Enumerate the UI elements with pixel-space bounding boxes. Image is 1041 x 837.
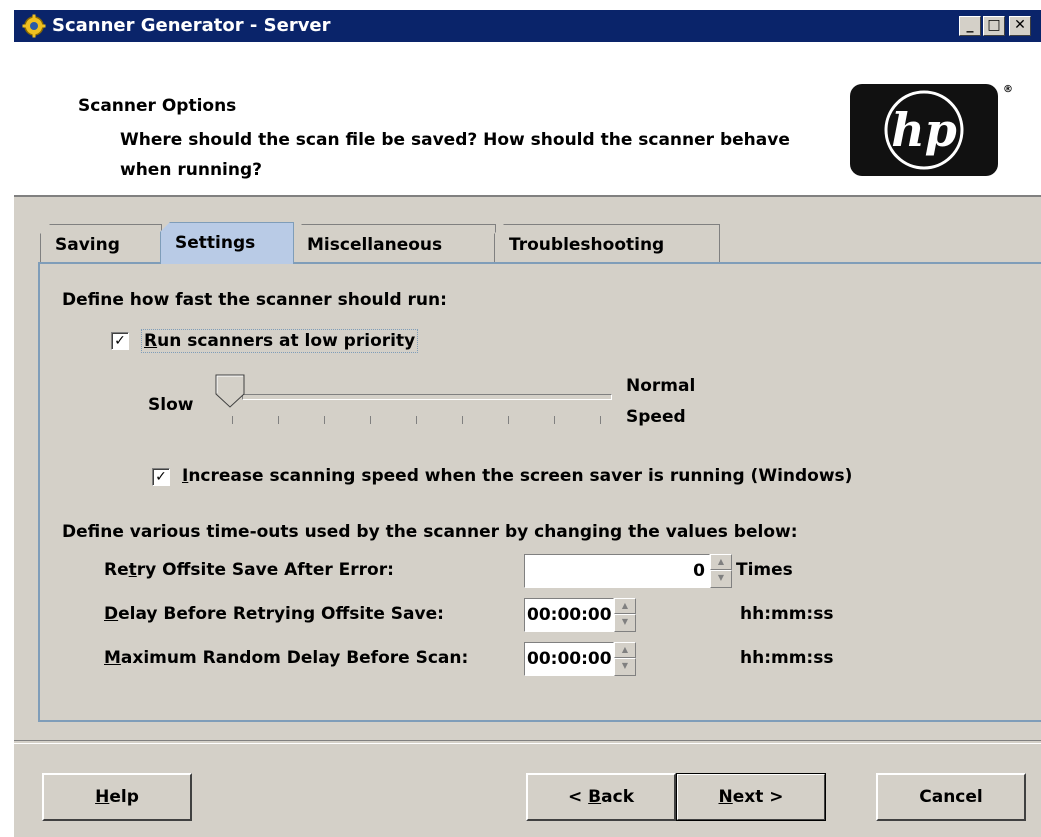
retry-spinner: ▲ ▼ (710, 554, 732, 588)
retry-label-post: ry Offsite Save After Error: (136, 560, 394, 580)
delay-retry-label-text: elay Before Retrying Offsite Save: (118, 604, 444, 624)
slider-tick (278, 416, 279, 424)
help-label: elp (109, 787, 139, 807)
arrow-up-icon: ▲ (621, 601, 629, 610)
tab-troubleshooting[interactable]: Troubleshooting (494, 224, 720, 264)
tab-miscellaneous[interactable]: Miscellaneous (292, 224, 496, 264)
slider-tick (600, 416, 601, 424)
max-random-spin-up-button[interactable]: ▲ (614, 642, 636, 658)
checkmark-icon: ✓ (155, 469, 167, 485)
max-random-label-text: aximum Random Delay Before Scan: (120, 648, 469, 668)
back-prefix: < (568, 787, 589, 807)
minimize-button[interactable]: _ (959, 16, 981, 36)
tab-troubleshooting-label: Troubleshooting (509, 235, 665, 255)
slider-tick (554, 416, 555, 424)
button-bar-divider (14, 740, 1041, 744)
maximize-button[interactable]: □ (983, 16, 1005, 36)
max-random-input[interactable]: 00:00:00 (524, 642, 614, 676)
page-subtitle: Where should the scan file be saved? How… (120, 130, 790, 180)
max-random-spinner: ▲ ▼ (614, 642, 636, 676)
low-priority-mnemonic: R (144, 331, 158, 351)
hp-registered-mark: ® (1003, 84, 1013, 95)
delay-retry-unit: hh:mm:ss (740, 604, 834, 624)
checkmark-icon: ✓ (114, 333, 126, 349)
tab-saving[interactable]: Saving (40, 224, 162, 264)
hp-logo-icon: hp (884, 90, 964, 170)
slider-tick (324, 416, 325, 424)
retry-spin-up-button[interactable]: ▲ (710, 554, 732, 570)
retry-spin-down-button[interactable]: ▼ (710, 570, 732, 588)
delay-retry-spin-down-button[interactable]: ▼ (614, 614, 636, 632)
delay-retry-mnemonic: D (104, 604, 119, 624)
speed-slider-track[interactable] (242, 394, 612, 400)
close-button[interactable]: ✕ (1009, 16, 1031, 36)
tab-settings-label: Settings (175, 233, 256, 253)
back-mnemonic: B (588, 787, 602, 807)
low-priority-checkbox[interactable]: ✓ (111, 332, 129, 350)
next-label: ext > (732, 787, 784, 807)
arrow-up-icon: ▲ (717, 557, 725, 566)
title-bar: Scanner Generator - Server _ □ ✕ (14, 10, 1041, 42)
retry-unit: Times (736, 560, 793, 580)
tab-miscellaneous-label: Miscellaneous (307, 235, 443, 255)
arrow-down-icon: ▼ (621, 617, 629, 626)
arrow-down-icon: ▼ (717, 573, 725, 582)
slider-tick (370, 416, 371, 424)
close-icon: ✕ (1014, 17, 1026, 33)
max-random-label: Maximum Random Delay Before Scan: (104, 648, 468, 668)
max-random-mnemonic: M (104, 648, 121, 668)
slider-tick (508, 416, 509, 424)
screensaver-checkbox[interactable]: ✓ (152, 468, 170, 486)
speed-heading: Define how fast the scanner should run: (62, 290, 447, 310)
delay-retry-spinner: ▲ ▼ (614, 598, 636, 632)
hp-logo-text: hp (891, 103, 957, 157)
cancel-button[interactable]: Cancel (876, 773, 1026, 821)
screensaver-label[interactable]: Increase scanning speed when the screen … (182, 466, 852, 486)
retry-label-pre: Re (104, 560, 129, 580)
back-label: ack (601, 787, 634, 807)
max-random-unit: hh:mm:ss (740, 648, 834, 668)
minimize-icon: _ (966, 17, 974, 33)
slider-max-label: Normal (626, 376, 696, 396)
screensaver-label-text: ncrease scanning speed when the screen s… (188, 466, 853, 486)
next-mnemonic: N (718, 787, 733, 807)
app-gear-icon (22, 14, 46, 38)
window-title: Scanner Generator - Server (52, 15, 331, 36)
back-button[interactable]: < Back (526, 773, 676, 821)
arrow-down-icon: ▼ (621, 661, 629, 670)
slider-min-label: Slow (148, 395, 194, 415)
delay-retry-spin-up-button[interactable]: ▲ (614, 598, 636, 614)
slider-tick (462, 416, 463, 424)
retry-count-input[interactable]: 0 (524, 554, 710, 588)
wizard-header: Scanner Options Where should the scan fi… (14, 42, 1041, 197)
next-button[interactable]: Next > (676, 773, 826, 821)
low-priority-label-text: un scanners at low priority (157, 331, 416, 351)
speed-slider-thumb[interactable] (215, 374, 245, 408)
max-random-spin-down-button[interactable]: ▼ (614, 658, 636, 676)
slider-tick (232, 416, 233, 424)
help-button[interactable]: Help (42, 773, 192, 821)
scanner-generator-window: Scanner Generator - Server _ □ ✕ Scanner… (12, 8, 1041, 837)
page-title: Scanner Options (78, 96, 237, 116)
tab-saving-label: Saving (55, 235, 120, 255)
slider-max-label-2: Speed (626, 407, 686, 427)
timeouts-heading: Define various time-outs used by the sca… (62, 522, 798, 542)
delay-retry-label: Delay Before Retrying Offsite Save: (104, 604, 444, 624)
retry-label: Retry Offsite Save After Error: (104, 560, 394, 580)
hp-logo: hp (850, 84, 998, 176)
retry-mnemonic: t (128, 560, 137, 580)
maximize-icon: □ (987, 17, 1001, 33)
delay-retry-input[interactable]: 00:00:00 (524, 598, 614, 632)
low-priority-label[interactable]: Run scanners at low priority (140, 329, 419, 353)
slider-tick (416, 416, 417, 424)
help-mnemonic: H (95, 787, 110, 807)
arrow-up-icon: ▲ (621, 645, 629, 654)
tab-settings[interactable]: Settings (160, 222, 294, 264)
